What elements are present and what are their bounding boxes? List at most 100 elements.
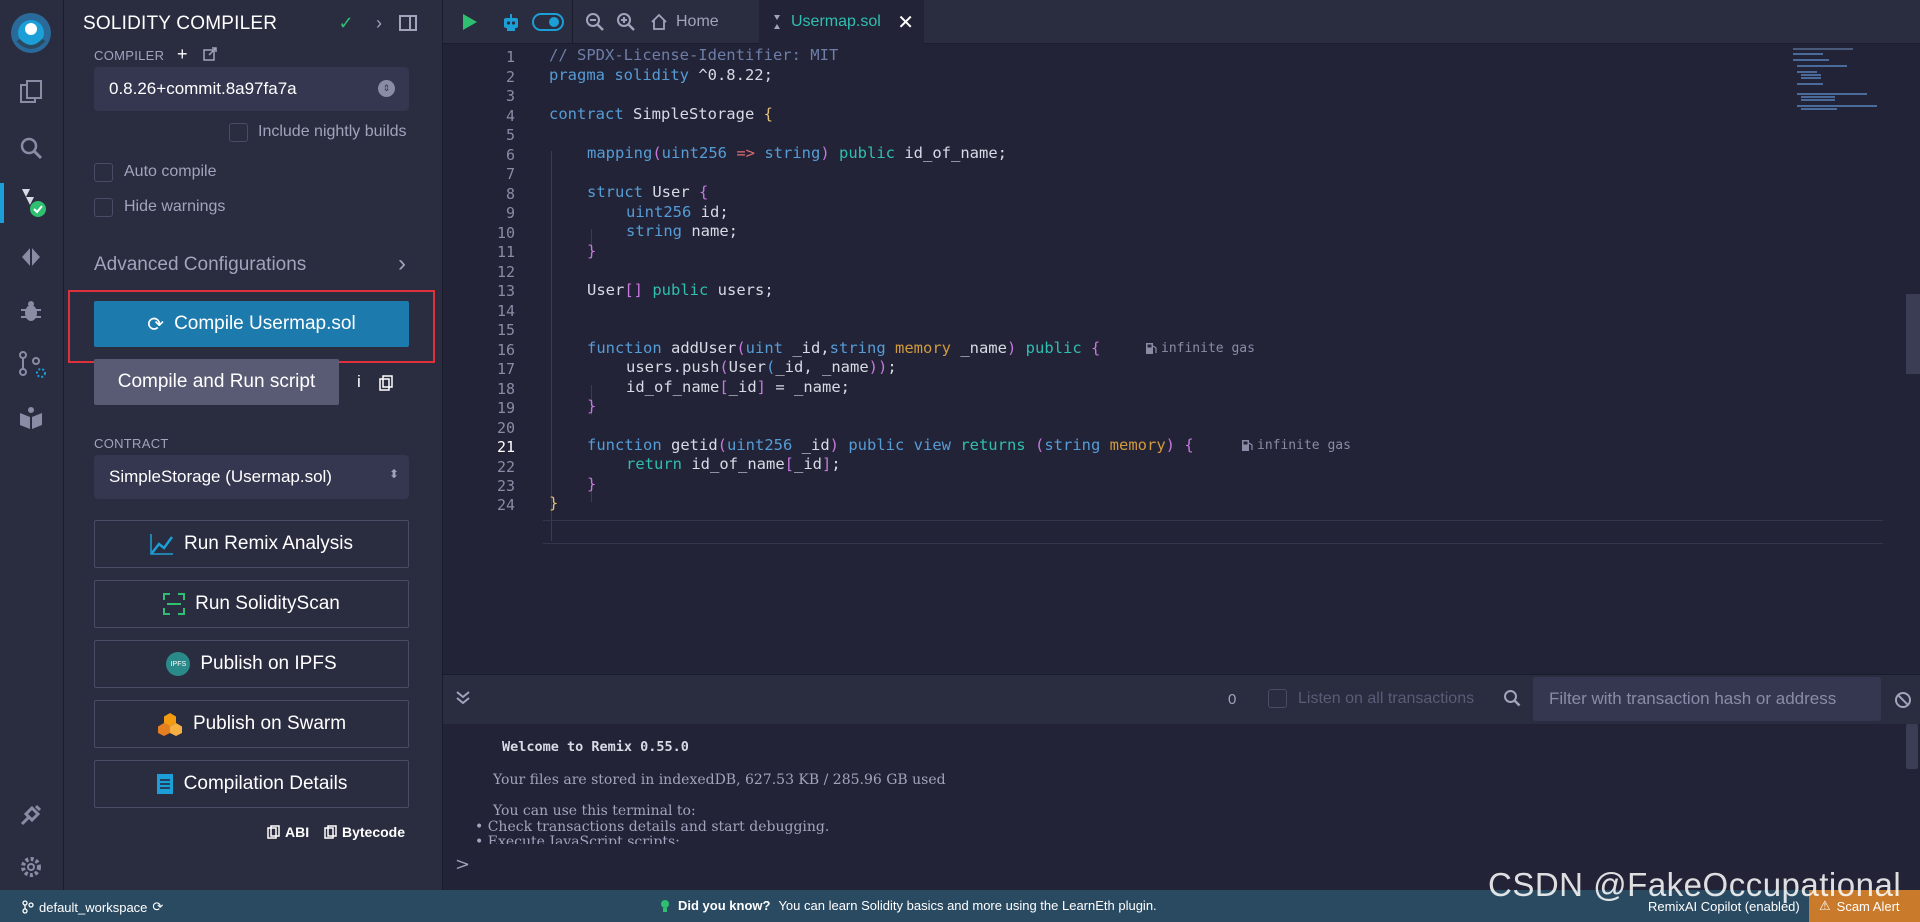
search-icon[interactable] <box>1503 689 1521 712</box>
line-number: 4 <box>505 107 515 125</box>
chevron-right-icon[interactable]: › <box>368 12 390 34</box>
code-token: _id <box>792 436 830 454</box>
solidity-compiler-icon[interactable] <box>12 183 50 221</box>
gas-estimate-label: infinite gas <box>1161 341 1255 356</box>
code-token: = _name; <box>766 378 851 396</box>
code-token: => <box>727 144 765 162</box>
code-token: User <box>728 358 766 376</box>
publish-ipfs-button[interactable]: IPFS Publish on IPFS <box>94 640 409 688</box>
line-number: 5 <box>505 126 515 144</box>
search-icon[interactable] <box>12 129 50 167</box>
remix-logo-icon[interactable] <box>6 8 56 58</box>
learneth-icon[interactable] <box>12 399 50 437</box>
listen-all-checkbox[interactable] <box>1268 689 1287 708</box>
compile-button[interactable]: ⟳ Compile Usermap.sol <box>94 301 409 347</box>
run-solidityscan-button[interactable]: Run SolidityScan <box>94 580 409 628</box>
current-line-highlight <box>543 520 1883 544</box>
home-icon <box>651 13 667 30</box>
auto-compile-checkbox[interactable] <box>94 163 113 182</box>
lightbulb-icon <box>661 899 669 912</box>
hide-warnings-label: Hide warnings <box>124 198 226 215</box>
tx-filter-input[interactable]: Filter with transaction hash or address <box>1533 677 1881 721</box>
code-token: ( <box>766 358 776 376</box>
line-number: 8 <box>505 185 515 203</box>
clear-terminal-icon[interactable] <box>1894 691 1912 714</box>
gas-estimate-label: infinite gas <box>1257 438 1351 453</box>
minimap[interactable] <box>1783 44 1907 674</box>
compiler-version-select[interactable]: 0.8.26+commit.8a97fa7a ⇕ <box>94 67 409 111</box>
code-line-2: pragma solidity ^0.8.22; <box>549 66 773 84</box>
tab-home[interactable]: Home <box>650 0 719 44</box>
pending-tx-count: 0 <box>1228 691 1237 708</box>
zoom-in-icon[interactable] <box>614 0 638 44</box>
file-explorer-icon[interactable] <box>12 73 50 111</box>
run-script-icon[interactable] <box>458 0 482 44</box>
gas-estimate: infinite gas <box>1241 438 1351 453</box>
hide-warnings-checkbox[interactable] <box>94 198 113 217</box>
code-line-19: } <box>587 397 597 415</box>
compile-and-run-button[interactable]: Compile and Run script <box>94 359 339 405</box>
code-token: getid <box>661 436 718 454</box>
code-token: ) <box>1006 339 1026 357</box>
ai-robot-icon[interactable] <box>498 0 524 44</box>
workspace-indicator[interactable]: default_workspace ⟳ <box>22 899 163 915</box>
swarm-icon <box>157 713 182 736</box>
advanced-configurations-toggle[interactable]: Advanced Configurations <box>94 254 306 276</box>
code-editor[interactable]: 1 2 3 4 5 6 7 8 9 10 11 12 13 14 15 16 17 18 19 20 21 22 23 24 … <box>443 44 1920 674</box>
chevron-right-icon[interactable]: › <box>398 250 406 278</box>
code-token: returns <box>950 436 1035 454</box>
line-number: 1 <box>505 48 515 66</box>
deploy-run-icon[interactable] <box>12 238 50 276</box>
bytecode-copy-button[interactable]: Bytecode <box>324 824 405 840</box>
run-remix-analysis-button[interactable]: Run Remix Analysis <box>94 520 409 568</box>
code-line-24: } <box>549 494 559 512</box>
terminal-scrollbar[interactable] <box>1906 724 1918 769</box>
run-solidityscan-label: Run SolidityScan <box>195 593 340 614</box>
plugin-manager-icon[interactable] <box>12 796 50 834</box>
add-compiler-icon[interactable]: + <box>177 44 188 65</box>
code-token: ( <box>652 144 662 162</box>
code-line-11: } <box>587 242 597 260</box>
solidity-compiler-panel: SOLIDITY COMPILER ✓ › COMPILER + 0.8.26+… <box>64 0 443 890</box>
editor-toolbar: Home Usermap.sol ✕ <box>443 0 1920 44</box>
contract-label: CONTRACT <box>94 436 169 451</box>
close-icon[interactable]: ✕ <box>897 10 914 35</box>
line-number: 14 <box>496 302 515 320</box>
refresh-icon[interactable]: ⟳ <box>152 899 163 915</box>
gas-pump-icon <box>1242 440 1253 451</box>
code-line-22: return id_of_name[_id]; <box>626 455 841 473</box>
custom-compiler-icon[interactable] <box>202 46 218 67</box>
code-token: ) <box>829 436 849 454</box>
line-number: 22 <box>496 458 515 476</box>
info-icon[interactable]: i <box>357 372 361 392</box>
compile-button-label: Compile Usermap.sol <box>174 313 356 334</box>
abi-copy-button[interactable]: ABI <box>267 824 309 840</box>
code-token: ] <box>822 455 832 473</box>
code-token: id_of_name <box>682 455 785 473</box>
contract-select[interactable]: SimpleStorage (Usermap.sol) ⬍ <box>94 455 409 499</box>
debugger-icon[interactable] <box>12 292 50 330</box>
settings-gear-icon[interactable] <box>12 848 50 886</box>
line-number: 2 <box>505 68 515 86</box>
editor-scrollbar[interactable] <box>1906 294 1920 374</box>
git-icon[interactable] <box>12 345 50 383</box>
ai-toggle-switch[interactable] <box>531 0 565 44</box>
copy-icon <box>324 825 337 839</box>
panel-toggle-icon[interactable] <box>397 12 419 34</box>
tab-usermap-sol[interactable]: Usermap.sol ✕ <box>759 0 924 44</box>
code-token: _id <box>794 455 822 473</box>
terminal-prompt[interactable]: > <box>455 854 470 875</box>
bytecode-label: Bytecode <box>342 824 406 840</box>
compilation-details-button[interactable]: Compilation Details <box>94 760 409 808</box>
include-nightly-checkbox[interactable] <box>229 123 248 142</box>
publish-swarm-button[interactable]: Publish on Swarm <box>94 700 409 748</box>
copy-icon[interactable] <box>379 375 393 396</box>
line-number: 15 <box>496 321 515 339</box>
toolbar-divider <box>572 0 573 44</box>
code-token: contract <box>549 105 624 123</box>
code-token: // SPDX-License-Identifier: MIT <box>549 46 839 64</box>
zoom-out-icon[interactable] <box>583 0 607 44</box>
collapse-terminal-icon[interactable] <box>455 689 471 710</box>
line-number: 13 <box>496 282 515 300</box>
code-token: addUser <box>661 339 737 357</box>
